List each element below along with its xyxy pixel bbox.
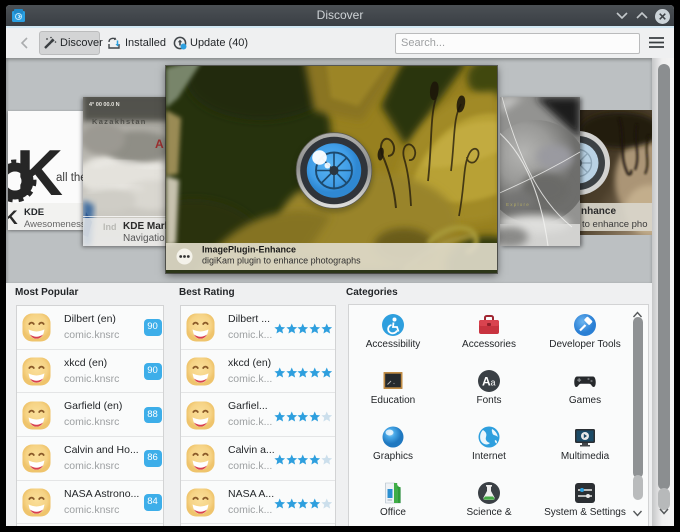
svg-text:ImagePlugin-Enhance: ImagePlugin-Enhance: [202, 245, 296, 255]
svg-text:4° 00 00.0 N: 4° 00 00.0 N: [89, 102, 120, 108]
svg-text:KDE: KDE: [24, 207, 44, 218]
svg-text:Kazakhstan: Kazakhstan: [92, 117, 147, 126]
svg-text:Ind: Ind: [103, 222, 117, 232]
svg-text:to enhance pho: to enhance pho: [582, 219, 648, 230]
svg-text:a: a: [491, 378, 496, 388]
svg-text:digiKam plugin to enhance phot: digiKam plugin to enhance photographs: [202, 256, 361, 266]
svg-text:K: K: [8, 208, 18, 229]
svg-text:nhance: nhance: [581, 206, 616, 217]
svg-text:A: A: [155, 137, 164, 151]
svg-text:Awesomeness: Awesomeness: [24, 219, 86, 230]
svg-text:Navigatio: Navigatio: [123, 233, 165, 244]
svg-text:KDE Marb: KDE Marb: [123, 221, 171, 232]
svg-text:E x p l o r e: E x p l o r e: [506, 202, 529, 207]
